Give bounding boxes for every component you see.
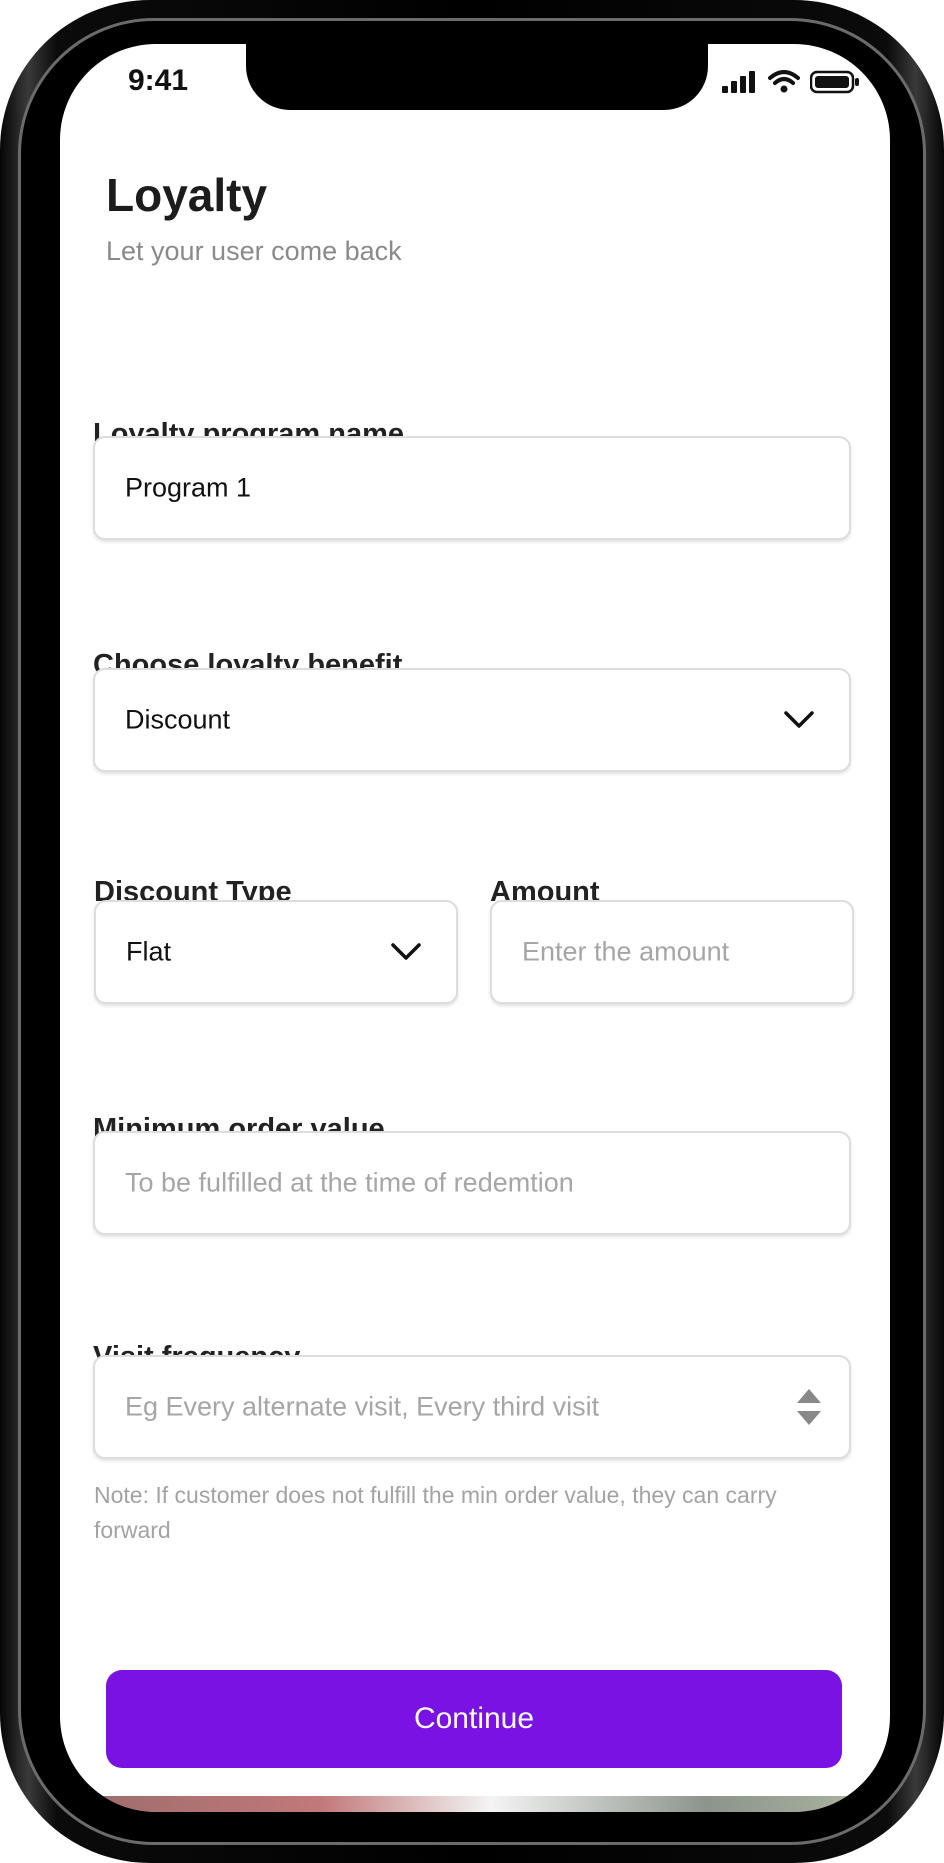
visit-frequency-input[interactable]: Eg Every alternate visit, Every third vi… [93, 1355, 851, 1459]
benefit-select[interactable]: Discount [93, 668, 851, 772]
amount-placeholder: Enter the amount [522, 936, 730, 967]
background-strip [90, 1796, 860, 1812]
signal-icon [722, 71, 755, 93]
page-subtitle: Let your user come back [106, 236, 402, 266]
page-title: Loyalty [106, 169, 268, 221]
wifi-icon [768, 70, 800, 93]
amount-input[interactable]: Enter the amount [490, 900, 854, 1004]
status-icons [722, 70, 860, 94]
battery-icon [810, 70, 859, 94]
program-name-value: Program 1 [125, 472, 252, 503]
continue-button[interactable]: Continue [106, 1670, 842, 1768]
program-name-input[interactable]: Program 1 [93, 436, 851, 540]
discount-type-value: Flat [126, 936, 172, 967]
stepper-icon[interactable] [795, 1387, 823, 1427]
min-order-input[interactable]: To be fulfilled at the time of redemtion [93, 1131, 851, 1235]
phone-frame: 9:41 Loyalty Let your user come back Loy… [0, 0, 944, 1863]
min-order-placeholder: To be fulfilled at the time of redemtion [125, 1167, 574, 1198]
status-time: 9:41 [128, 64, 189, 97]
chevron-down-icon [784, 711, 814, 728]
visit-frequency-placeholder: Eg Every alternate visit, Every third vi… [125, 1391, 600, 1422]
discount-type-select[interactable]: Flat [94, 900, 458, 1004]
note-text: Note: If customer does not fulfill the m… [94, 1482, 777, 1543]
benefit-value: Discount [125, 704, 231, 735]
camera-notch [246, 44, 708, 110]
app-screen: 9:41 Loyalty Let your user come back Loy… [60, 44, 890, 1812]
chevron-down-icon [391, 943, 421, 960]
